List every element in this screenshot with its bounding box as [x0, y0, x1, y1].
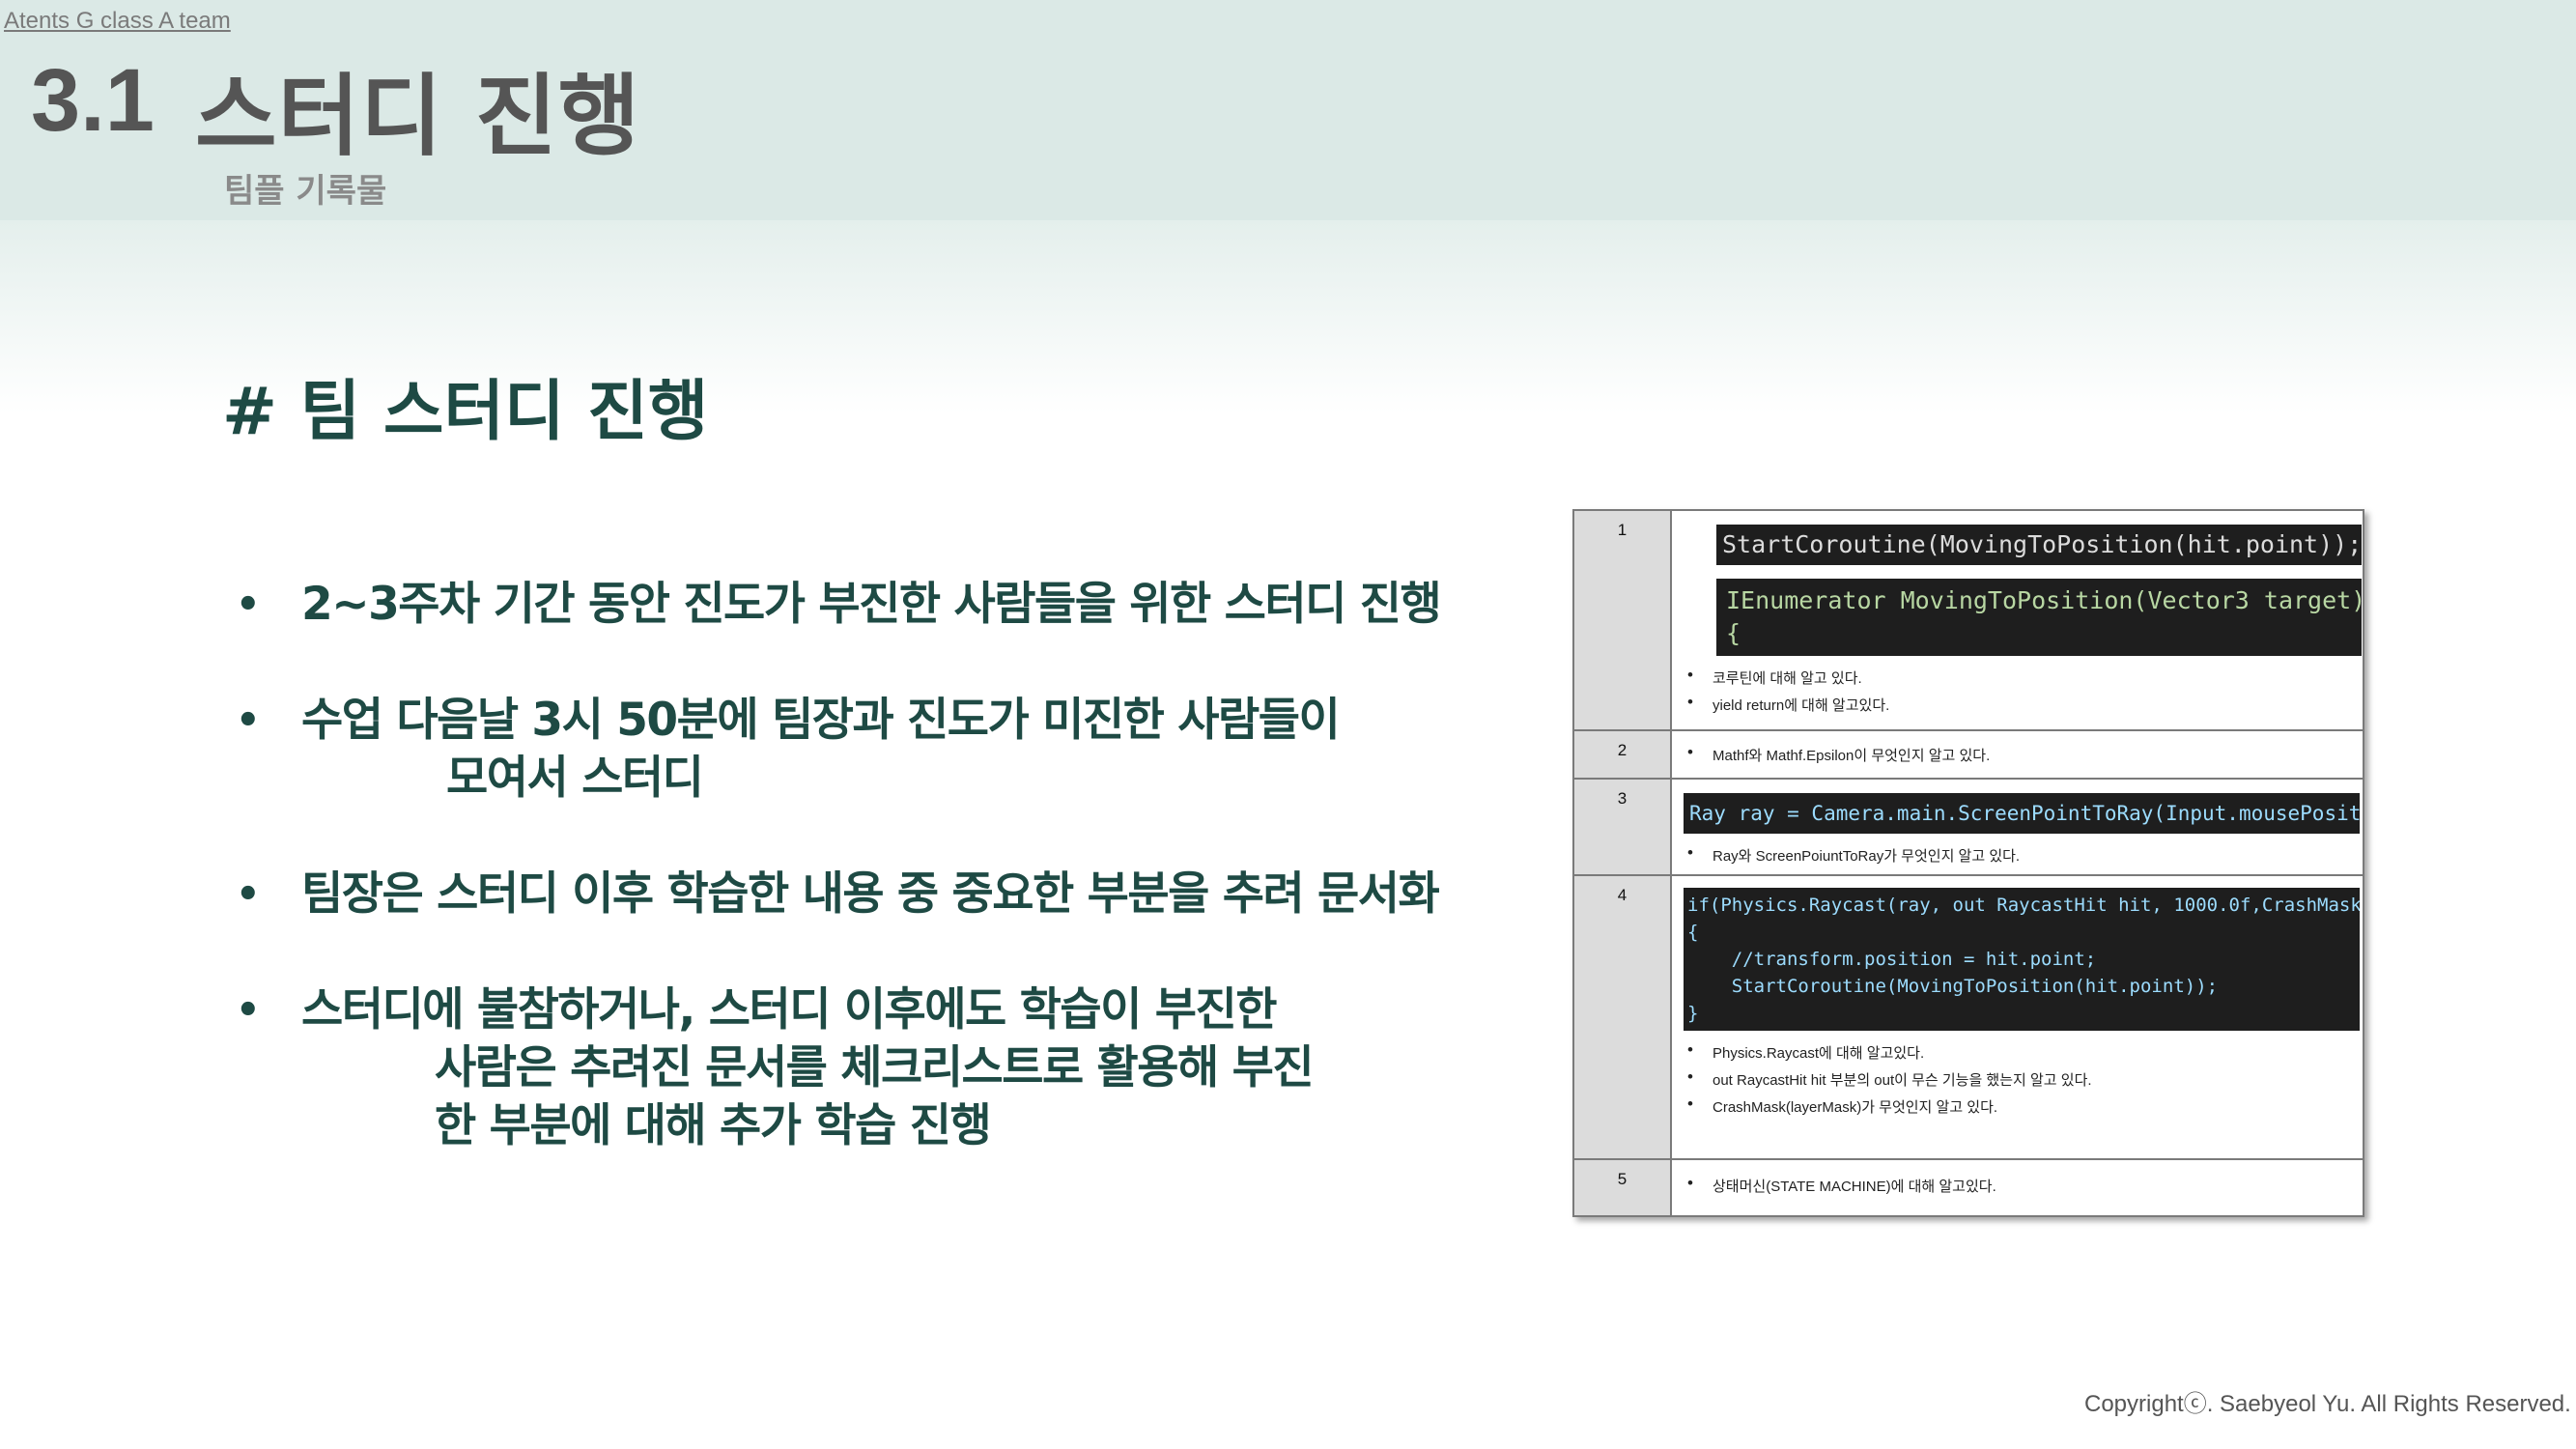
row-content: 상태머신(STATE MACHINE)에 대해 알고있다. [1674, 1160, 2363, 1215]
bullet-text: 팀장은 스터디 이후 학습한 내용 중 중요한 부분을 추려 문서화 [301, 867, 1440, 921]
bullet-list: • 2~3주차 기간 동안 진도가 부진한 사람들을 위한 스터디 진행 • 수… [232, 576, 1565, 1155]
bullet-item: • 2~3주차 기간 동안 진도가 부진한 사람들을 위한 스터디 진행 [232, 576, 1565, 634]
checklist-item: yield return에 대해 알고있다. [1687, 693, 1889, 715]
section-title: 스터디 진행 [195, 65, 641, 168]
section-number: 3.1 [31, 51, 155, 150]
copyright-notice: Copyrightⓒ. Saebyeol Yu. All Rights Rese… [2084, 1391, 2571, 1417]
bullet-item: • 스터디에 불참하거나, 스터디 이후에도 학습이 부진한 사람은 추려진 문… [232, 981, 1565, 1155]
table-row: 3 Ray ray = Camera.main.ScreenPointToRay… [1574, 780, 2363, 876]
table-row: 1 StartCoroutine(MovingToPosition(hit.po… [1574, 511, 2363, 731]
row-content: Ray ray = Camera.main.ScreenPointToRay(I… [1674, 780, 2363, 874]
bullet-item: • 수업 다음날 3시 50분에 팀장과 진도가 미진한 사람들이 모여서 스터… [232, 692, 1565, 808]
table-row: 5 상태머신(STATE MACHINE)에 대해 알고있다. [1574, 1160, 2363, 1215]
code-snippet: Ray ray = Camera.main.ScreenPointToRay(I… [1684, 793, 2360, 834]
bullet-text: 스터디에 불참하거나, 스터디 이후에도 학습이 부진한 [301, 983, 1277, 1037]
code-snippet: IEnumerator MovingToPosition(Vector3 tar… [1716, 579, 2362, 656]
bullet-dot: • [236, 582, 261, 627]
bullet-text: 2~3주차 기간 동안 진도가 부진한 사람들을 위한 스터디 진행 [301, 578, 1442, 631]
bullet-text-continued: 모여서 스터디 [446, 752, 704, 805]
checklist-item: Ray와 ScreenPoiuntToRay가 무엇인지 알고 있다. [1687, 843, 2020, 866]
team-link[interactable]: Atents G class A team [4, 8, 231, 35]
section-subtitle: 팀플 기록물 [224, 172, 387, 211]
row-content: Mathf와 Mathf.Epsilon이 무엇인지 알고 있다. [1674, 731, 2363, 778]
row-number: 4 [1574, 876, 1672, 1158]
checklist-item: 상태머신(STATE MACHINE)에 대해 알고있다. [1687, 1174, 1996, 1196]
bullet-dot: • [236, 872, 261, 917]
code-snippet: if(Physics.Raycast(ray, out RaycastHit h… [1684, 888, 2360, 1031]
row-number: 3 [1574, 780, 1672, 874]
bullet-text-continued: 사람은 추려진 문서를 체크리스트로 활용해 부진 [435, 1041, 1315, 1094]
checklist-item: out RaycastHit hit 부분의 out이 무슨 기능을 했는지 알… [1687, 1067, 2092, 1090]
row-number: 1 [1574, 511, 1672, 729]
bullet-dot: • [236, 988, 261, 1033]
row-content: if(Physics.Raycast(ray, out RaycastHit h… [1674, 876, 2363, 1158]
bullet-text: 수업 다음날 3시 50분에 팀장과 진도가 미진한 사람들이 [301, 694, 1341, 747]
table-row: 4 if(Physics.Raycast(ray, out RaycastHit… [1574, 876, 2363, 1160]
checklist-item: CrashMask(layerMask)가 무엇인지 알고 있다. [1687, 1094, 1997, 1117]
study-checklist-table: 1 StartCoroutine(MovingToPosition(hit.po… [1572, 509, 2364, 1217]
table-row: 2 Mathf와 Mathf.Epsilon이 무엇인지 알고 있다. [1574, 731, 2363, 780]
checklist-item: Physics.Raycast에 대해 알고있다. [1687, 1040, 1924, 1063]
row-content: StartCoroutine(MovingToPosition(hit.poin… [1674, 511, 2363, 729]
checklist-item: 코루틴에 대해 알고 있다. [1687, 666, 1862, 688]
bullet-dot: • [236, 698, 261, 743]
checklist-item: Mathf와 Mathf.Epsilon이 무엇인지 알고 있다. [1687, 743, 1990, 765]
row-number: 5 [1574, 1160, 1672, 1215]
bullet-text-continued: 한 부분에 대해 추가 학습 진행 [435, 1099, 992, 1152]
code-snippet: StartCoroutine(MovingToPosition(hit.poin… [1716, 525, 2362, 565]
bullet-item: • 팀장은 스터디 이후 학습한 내용 중 중요한 부분을 추려 문서화 [232, 866, 1565, 923]
row-number: 2 [1574, 731, 1672, 778]
content-heading: # 팀 스터디 진행 [222, 374, 709, 450]
